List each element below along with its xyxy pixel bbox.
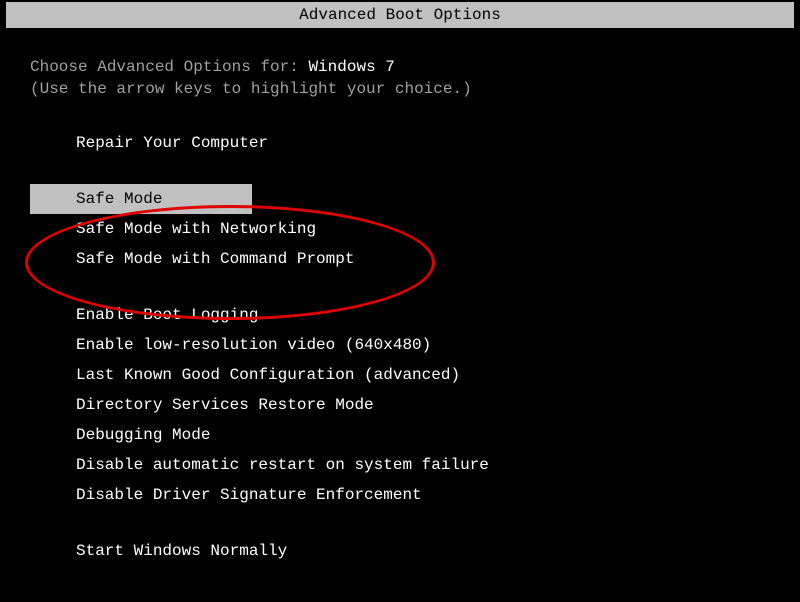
menu-item-repair-your-computer[interactable]: Repair Your Computer	[30, 128, 770, 158]
menu-item-enable-boot-logging[interactable]: Enable Boot Logging	[30, 300, 770, 330]
screen-title: Advanced Boot Options	[299, 6, 501, 24]
content-area: Choose Advanced Options for: Windows 7 (…	[0, 28, 800, 566]
menu-item-start-windows-normally[interactable]: Start Windows Normally	[30, 536, 770, 566]
menu-group-repair: Repair Your Computer	[30, 128, 770, 158]
menu-item-safe-mode[interactable]: Safe Mode	[30, 184, 252, 214]
menu-item-directory-services-restore[interactable]: Directory Services Restore Mode	[30, 390, 770, 420]
menu-item-safe-mode-command-prompt[interactable]: Safe Mode with Command Prompt	[30, 244, 770, 274]
menu-item-debugging-mode[interactable]: Debugging Mode	[30, 420, 770, 450]
menu-item-disable-auto-restart[interactable]: Disable automatic restart on system fail…	[30, 450, 770, 480]
menu-group-safe-mode: Safe Mode Safe Mode with Networking Safe…	[30, 184, 770, 274]
prompt-line: Choose Advanced Options for: Windows 7	[30, 58, 770, 76]
menu-group-normal: Start Windows Normally	[30, 536, 770, 566]
menu-item-last-known-good-config[interactable]: Last Known Good Configuration (advanced)	[30, 360, 770, 390]
menu-item-low-resolution-video[interactable]: Enable low-resolution video (640x480)	[30, 330, 770, 360]
menu-group-advanced: Enable Boot Logging Enable low-resolutio…	[30, 300, 770, 510]
os-name: Windows 7	[308, 58, 394, 76]
menu-item-safe-mode-networking[interactable]: Safe Mode with Networking	[30, 214, 770, 244]
title-bar: Advanced Boot Options	[6, 2, 794, 28]
menu-item-disable-driver-signature[interactable]: Disable Driver Signature Enforcement	[30, 480, 770, 510]
prompt-prefix: Choose Advanced Options for:	[30, 58, 308, 76]
instruction-text: (Use the arrow keys to highlight your ch…	[30, 80, 770, 98]
